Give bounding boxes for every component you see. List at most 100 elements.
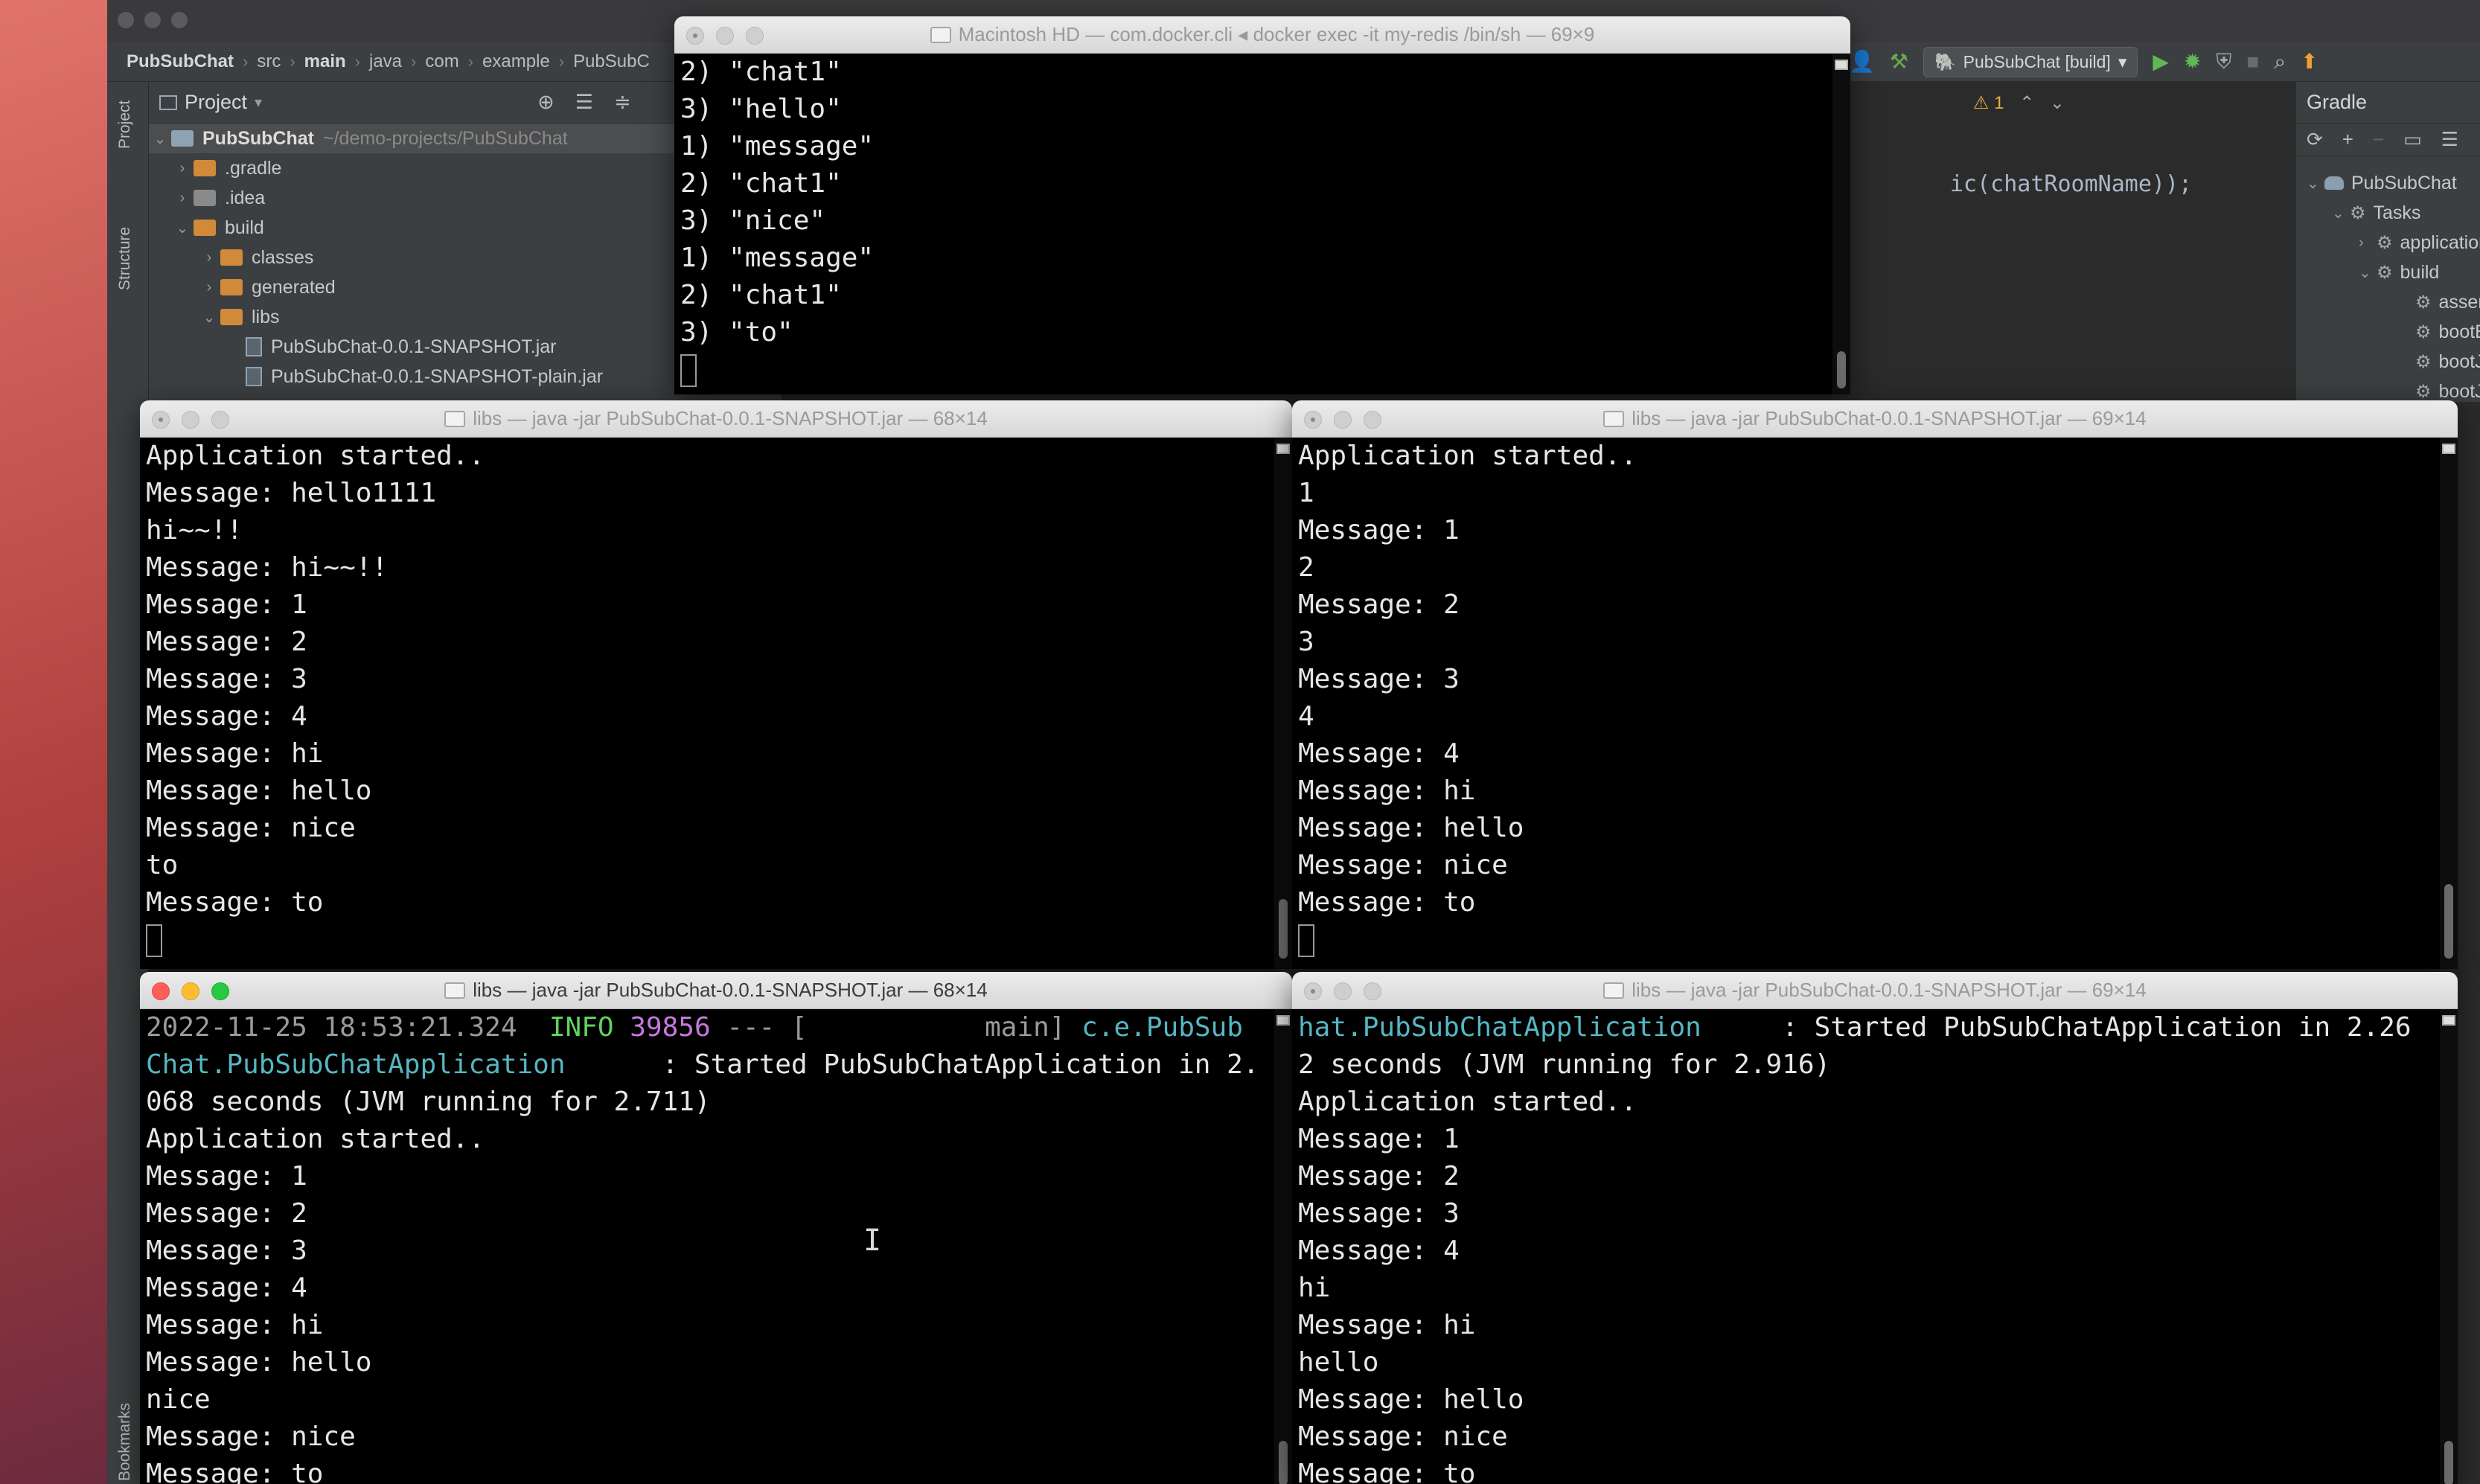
minimize-button[interactable] <box>1334 982 1352 1000</box>
terminal-title-bar[interactable]: libs — java -jar PubSubChat-0.0.1-SNAPSH… <box>1292 972 2458 1009</box>
breadcrumb-project[interactable]: PubSubChat <box>127 51 234 72</box>
breadcrumb-pubsubchat[interactable]: PubSubC <box>573 51 650 72</box>
terminal-line: 4 <box>1298 701 1314 732</box>
close-button[interactable] <box>152 411 170 429</box>
expand-all-icon[interactable]: ☰ <box>575 91 593 114</box>
ide-zoom-button[interactable] <box>171 12 188 28</box>
bookmarks-tool-tab[interactable]: Bookmarks <box>116 1403 134 1481</box>
scrollbar-thumb[interactable] <box>1279 1441 1288 1484</box>
terminal-window-bottom-right[interactable]: libs — java -jar PubSubChat-0.0.1-SNAPSH… <box>1292 972 2458 1484</box>
scrollbar-thumb[interactable] <box>1837 351 1846 388</box>
hammer-icon[interactable]: ⚒ <box>1890 51 1908 72</box>
zoom-button[interactable] <box>211 411 229 429</box>
ide-minimize-button[interactable] <box>144 12 161 28</box>
collapse-all-icon[interactable]: ≑ <box>614 91 631 114</box>
terminal-title-bar[interactable]: libs — java -jar PubSubChat-0.0.1-SNAPSH… <box>140 400 1292 438</box>
gradle-task-bootbuildimage[interactable]: ⚙ bootBuildImag <box>2415 317 2480 347</box>
folder-icon <box>1603 982 1625 999</box>
run-configuration-select[interactable]: 🐘 PubSubChat [build] ▾ <box>1923 46 2138 77</box>
log-line: 2022-11-25 18:53:21.324 INFO 39856 --- [… <box>146 1009 1274 1046</box>
warning-indicator[interactable]: ⚠ 1 ⌃ ⌄ <box>1973 92 2065 114</box>
ide-close-button[interactable] <box>118 12 134 28</box>
gear-icon: ⚙ <box>2415 381 2432 402</box>
run-icon[interactable]: ▶ <box>2153 51 2169 72</box>
terminal-scrollbar[interactable] <box>2440 438 2458 969</box>
terminal-scrollbar[interactable] <box>1274 1009 1292 1484</box>
update-icon[interactable]: ⬆ <box>2301 51 2318 72</box>
chevron-up-icon[interactable]: ⌃ <box>2019 93 2034 113</box>
gradle-task-assemble[interactable]: ⚙ assemble <box>2415 287 2480 317</box>
split-pane-icon[interactable] <box>2442 444 2455 454</box>
scrollbar-thumb[interactable] <box>2444 884 2453 959</box>
chevron-down-icon[interactable]: ⌄ <box>2050 93 2065 113</box>
tree-item-label: PubSubChat-0.0.1-SNAPSHOT-plain.jar <box>271 365 604 387</box>
terminal-window-redis[interactable]: Macintosh HD — com.docker.cli ◂ docker e… <box>674 16 1850 394</box>
terminal-title-bar[interactable]: libs — java -jar PubSubChat-0.0.1-SNAPSH… <box>1292 400 2458 438</box>
plus-icon[interactable]: + <box>2342 128 2353 151</box>
breadcrumb-java[interactable]: java <box>369 51 402 72</box>
tree-root-name: PubSubChat <box>202 127 314 149</box>
close-button[interactable] <box>1304 411 1322 429</box>
refresh-icon[interactable]: ⟳ <box>2307 128 2323 151</box>
split-pane-icon[interactable] <box>1276 444 1290 454</box>
minus-icon[interactable]: − <box>2373 128 2384 151</box>
terminal-window-bottom-left[interactable]: libs — java -jar PubSubChat-0.0.1-SNAPSH… <box>140 972 1292 1484</box>
search-icon[interactable]: ⌕ <box>2274 51 2286 72</box>
zoom-button[interactable] <box>746 27 764 45</box>
stop-icon[interactable]: ■ <box>2246 51 2259 72</box>
split-pane-icon[interactable] <box>1835 60 1848 70</box>
folder-icon <box>444 410 466 427</box>
terminal-title: libs — java -jar PubSubChat-0.0.1-SNAPSH… <box>473 979 988 1001</box>
terminal-line: Message: 2 <box>146 627 307 657</box>
minimize-button[interactable] <box>1334 411 1352 429</box>
terminal-line: 2 seconds (JVM running for 2.916) <box>1298 1049 1831 1080</box>
terminal-line: 1) "message" <box>680 243 875 273</box>
breadcrumb-example[interactable]: example <box>482 51 550 72</box>
terminal-output[interactable]: 2) "chat1" 3) "hello" 1) "message" 2) "chat… <box>674 54 1832 394</box>
close-button[interactable] <box>686 27 704 45</box>
locate-icon[interactable]: ⊕ <box>537 91 555 114</box>
zoom-button[interactable] <box>1364 982 1381 1000</box>
minimize-button[interactable] <box>716 27 734 45</box>
user-icon[interactable]: 👤 <box>1849 51 1875 72</box>
gradle-item-build[interactable]: ⌄ ⚙ build <box>2359 258 2439 287</box>
scrollbar-thumb[interactable] <box>2444 1441 2453 1484</box>
breadcrumb-src[interactable]: src <box>257 51 281 72</box>
terminal-window-top-right[interactable]: libs — java -jar PubSubChat-0.0.1-SNAPSH… <box>1292 400 2458 969</box>
task-group-icon: ⚙ <box>2377 262 2393 283</box>
chevron-right-icon: › <box>2359 234 2364 251</box>
breadcrumb-main[interactable]: main <box>304 51 346 72</box>
debug-icon[interactable]: ✹ <box>2184 51 2201 72</box>
terminal-scrollbar[interactable] <box>2440 1009 2458 1484</box>
split-pane-icon[interactable] <box>1276 1015 1290 1026</box>
zoom-button[interactable] <box>1364 411 1381 429</box>
project-tool-tab[interactable]: Project <box>116 100 134 149</box>
chevron-down-icon[interactable]: ▾ <box>255 93 262 112</box>
terminal-title-bar[interactable]: libs — java -jar PubSubChat-0.0.1-SNAPSH… <box>140 972 1292 1009</box>
terminal-title-bar[interactable]: Macintosh HD — com.docker.cli ◂ docker e… <box>674 16 1850 54</box>
gradle-task-bootjar[interactable]: ⚙ bootJar <box>2415 347 2480 377</box>
expand-icon[interactable]: ☰ <box>2441 128 2458 151</box>
toggle-view-icon[interactable]: ▭ <box>2403 128 2422 151</box>
terminal-output[interactable]: Application started.. 1 Message: 1 2 Message… <box>1292 438 2440 969</box>
chevron-right-icon: › <box>411 51 417 71</box>
structure-tool-tab[interactable]: Structure <box>116 227 134 290</box>
terminal-output[interactable]: Application started.. Message: hello1111 h… <box>140 438 1274 969</box>
gradle-item-application[interactable]: › ⚙ application <box>2359 228 2480 258</box>
terminal-scrollbar[interactable] <box>1274 438 1292 969</box>
scrollbar-thumb[interactable] <box>1279 899 1288 959</box>
split-pane-icon[interactable] <box>2442 1015 2455 1026</box>
terminal-output[interactable]: hat.PubSubChatApplication : Started PubS… <box>1292 1009 2440 1484</box>
gradle-item-tasks[interactable]: ⌄ ⚙ Tasks <box>2332 198 2420 228</box>
coverage-icon[interactable]: ⛨ <box>2216 51 2231 72</box>
zoom-button[interactable] <box>211 982 229 1000</box>
close-button[interactable] <box>1304 982 1322 1000</box>
close-button[interactable] <box>152 982 170 1000</box>
terminal-window-top-left[interactable]: libs — java -jar PubSubChat-0.0.1-SNAPSH… <box>140 400 1292 969</box>
gradle-item-root[interactable]: ⌄ PubSubChat <box>2307 168 2457 198</box>
minimize-button[interactable] <box>182 982 199 1000</box>
terminal-output[interactable]: 2022-11-25 18:53:21.324 INFO 39856 --- [… <box>140 1009 1274 1484</box>
breadcrumb-com[interactable]: com <box>425 51 458 72</box>
minimize-button[interactable] <box>182 411 199 429</box>
terminal-scrollbar[interactable] <box>1832 54 1850 394</box>
